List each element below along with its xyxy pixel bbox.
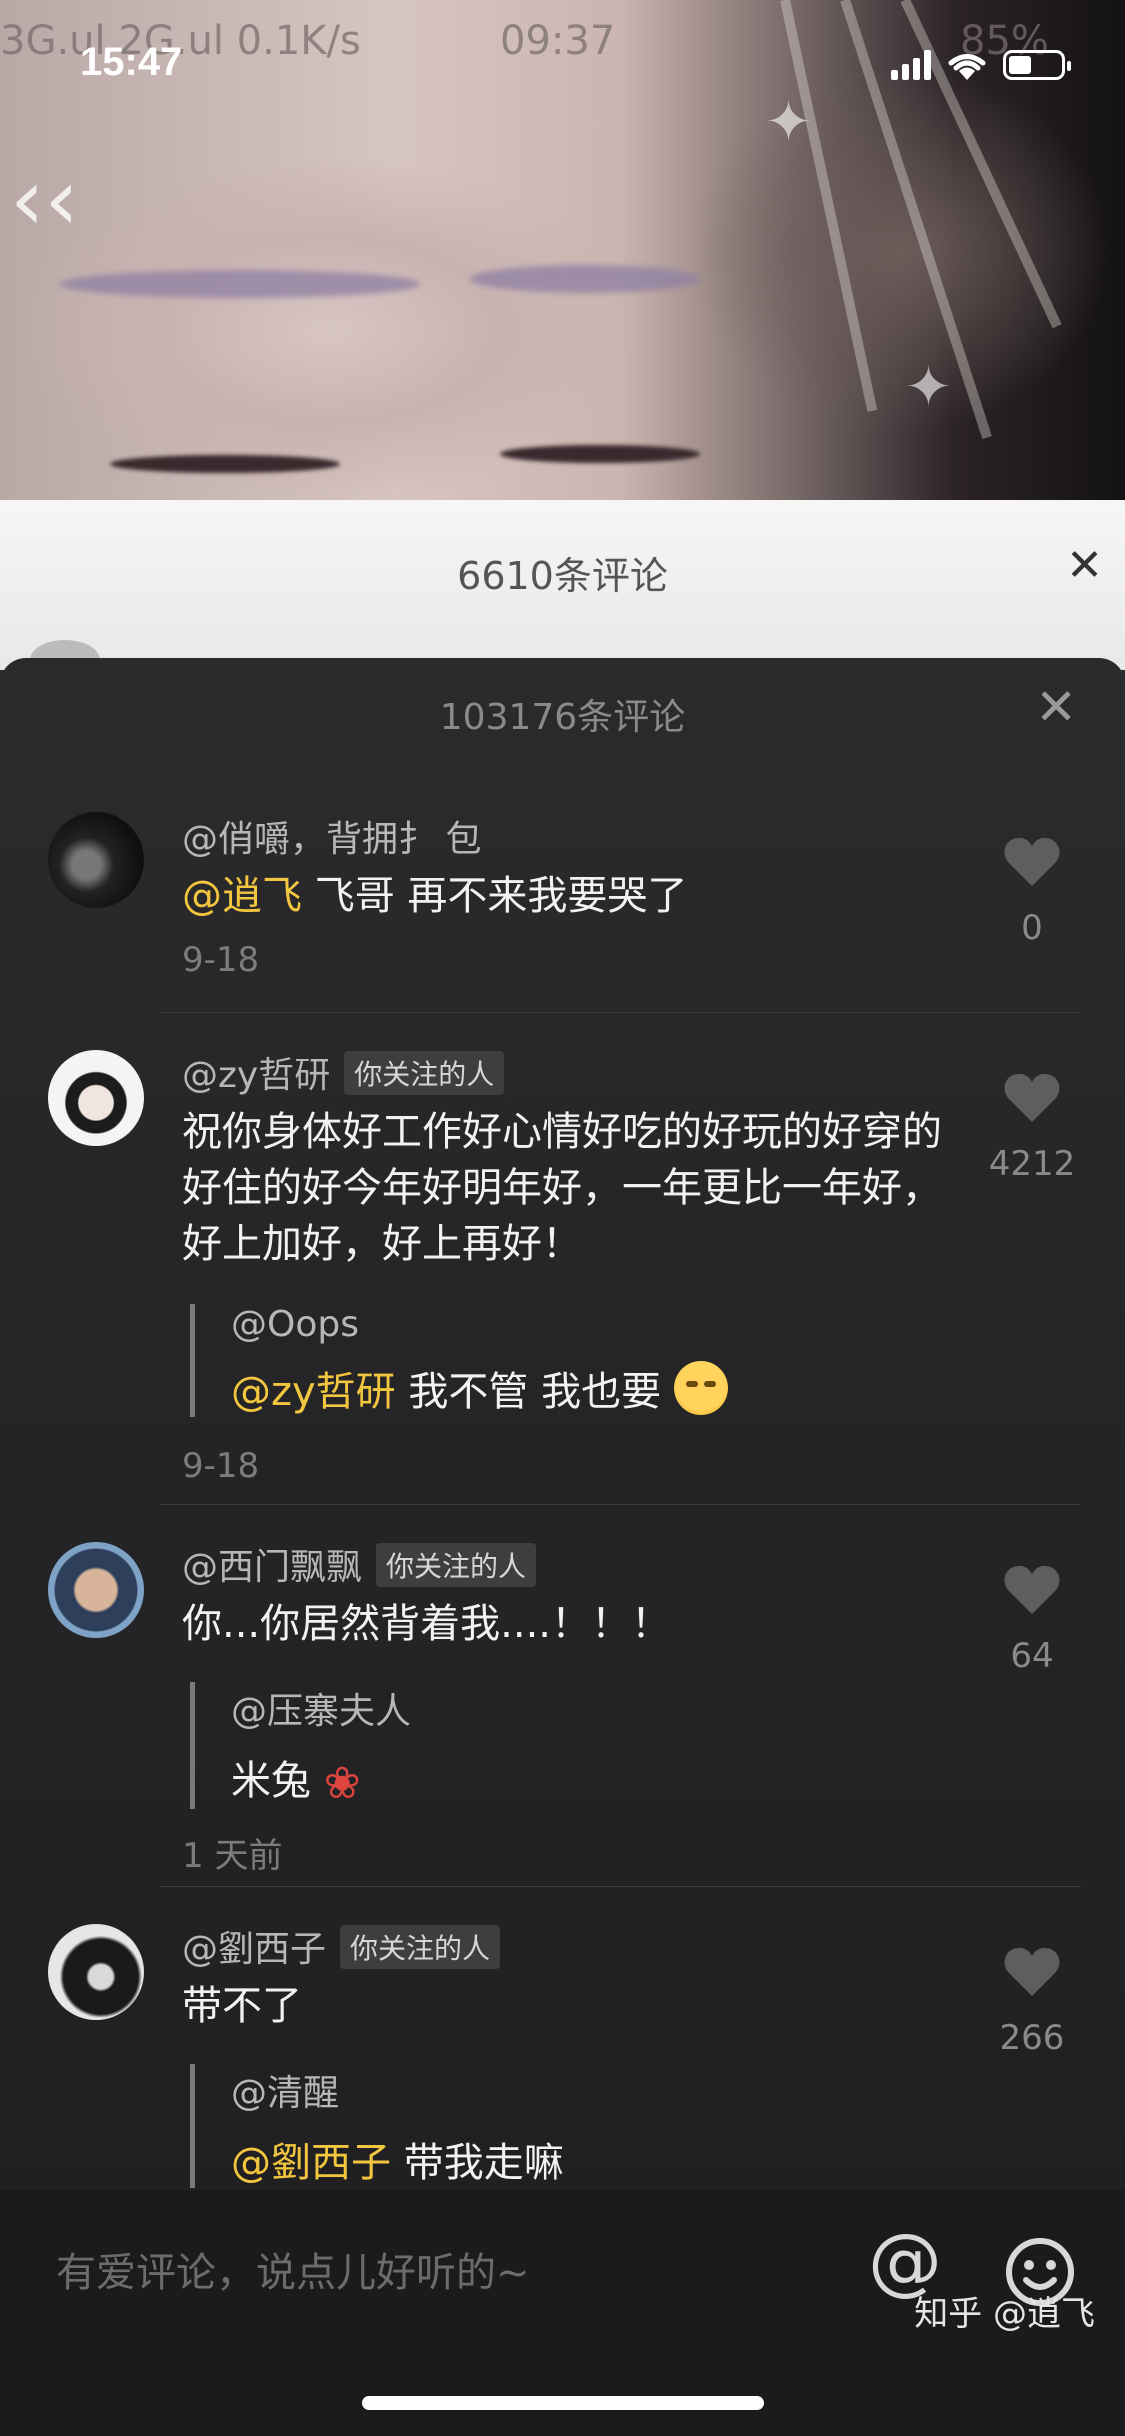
comment-username[interactable]: @俏嚼，背拥扌 包	[182, 810, 481, 862]
sparkle-icon: ✦	[905, 355, 952, 420]
wifi-icon	[948, 54, 986, 80]
username-text[interactable]: @zy哲研	[182, 1055, 330, 1096]
reply-body: 米兔	[231, 1758, 311, 1804]
status-bar: 15:47	[0, 0, 1125, 130]
right-eye	[500, 445, 700, 463]
like-button[interactable]: 266	[987, 1946, 1077, 2058]
reply-text: @zy哲研 我不管 我也要	[231, 1359, 728, 1417]
like-count: 64	[1010, 1636, 1054, 1676]
like-button[interactable]: 4212	[987, 1072, 1077, 1184]
divider	[160, 1504, 1081, 1505]
heart-icon	[1004, 837, 1060, 886]
avatar[interactable]	[48, 1050, 144, 1146]
status-time: 15:47	[80, 40, 183, 84]
avatar[interactable]	[48, 1924, 144, 2020]
like-count: 4212	[988, 1144, 1076, 1184]
reply-username[interactable]: @清醒	[231, 2064, 564, 2116]
reply-text: @劉西子 带我走嘛	[231, 2130, 564, 2188]
following-badge: 你关注的人	[340, 1925, 501, 1969]
reply-body: 带我走嘛	[391, 2140, 564, 2186]
back-arrow-icon[interactable]: ‹‹	[10, 150, 79, 250]
left-eyebrow	[60, 270, 420, 298]
heart-icon	[1004, 1565, 1060, 1614]
right-eyebrow	[470, 265, 700, 293]
comment-text: 你...你居然背着我....！！！	[182, 1601, 672, 1647]
divider	[160, 1886, 1081, 1887]
comment-text: 带不了	[182, 1983, 302, 2029]
mention-link[interactable]: @劉西子	[231, 2140, 391, 2186]
username-text[interactable]: @劉西子	[182, 1929, 326, 1970]
heart-icon	[1004, 1947, 1060, 1996]
reply-text: 米兔 ❀	[231, 1748, 411, 1809]
avatar[interactable]	[48, 812, 144, 908]
reply-block: @清醒 @劉西子 带我走嘛	[190, 2064, 564, 2188]
mention-link[interactable]: @zy哲研	[231, 1369, 396, 1415]
avatar[interactable]	[48, 1542, 144, 1638]
comment-username[interactable]: @zy哲研 你关注的人	[182, 1046, 505, 1098]
signal-icon	[891, 50, 931, 80]
username-text[interactable]: @俏嚼，背拥扌 包	[182, 819, 481, 860]
comment-text: 祝你身体好工作好心情好吃的好玩的好穿的好住的好今年好明年好，一年更比一年好，好上…	[182, 1109, 942, 1267]
reply-body: 我不管 我也要	[395, 1369, 662, 1415]
following-badge: 你关注的人	[376, 1543, 537, 1587]
underlying-close-icon: ✕	[1066, 540, 1103, 591]
watermark: 知乎 @逍飞	[914, 2294, 1095, 2334]
comment-date: 9-18	[182, 1446, 260, 1486]
username-text[interactable]: @西门飘飘	[182, 1547, 362, 1588]
comment-count-title: 103176条评论	[439, 697, 686, 738]
reply-username[interactable]: @压寨夫人	[231, 1682, 411, 1734]
comment-date: 9-18	[182, 940, 260, 980]
comment-username[interactable]: @西门飘飘 你关注的人	[182, 1538, 537, 1590]
comment-username[interactable]: @劉西子 你关注的人	[182, 1920, 501, 1972]
close-icon[interactable]: ✕	[1035, 678, 1077, 736]
battery-icon	[1003, 50, 1071, 80]
like-count: 0	[1021, 908, 1043, 948]
comment-body: 飞哥 再不来我要哭了	[302, 873, 688, 919]
like-button[interactable]: 64	[987, 1564, 1077, 1676]
like-button[interactable]: 0	[987, 836, 1077, 948]
rose-emoji-icon: ❀	[323, 1758, 361, 1809]
mention-link[interactable]: @逍飞	[182, 873, 302, 919]
home-indicator[interactable]	[362, 2396, 764, 2410]
divider	[160, 1012, 1081, 1013]
reply-block: @压寨夫人 米兔 ❀	[190, 1682, 411, 1809]
underlying-sheet-title: 6610条评论	[457, 554, 668, 598]
reply-username[interactable]: @Oops	[231, 1304, 728, 1345]
status-icons	[891, 48, 1071, 82]
comment-sheet: 103176条评论 ✕ @俏嚼，背拥扌 包 @逍飞 飞哥 再不来我要哭了 9-1…	[0, 658, 1125, 2436]
comment-text: @逍飞 飞哥 再不来我要哭了	[182, 868, 962, 924]
following-badge: 你关注的人	[344, 1051, 505, 1095]
left-eye	[110, 455, 340, 473]
like-count: 266	[999, 2018, 1065, 2058]
heart-icon	[1004, 1073, 1060, 1122]
rolling-eyes-emoji-icon	[673, 1361, 728, 1415]
comment-date: 1 天前	[182, 1836, 283, 1876]
reply-block: @Oops @zy哲研 我不管 我也要	[190, 1304, 728, 1417]
comment-input[interactable]	[54, 2232, 818, 2314]
